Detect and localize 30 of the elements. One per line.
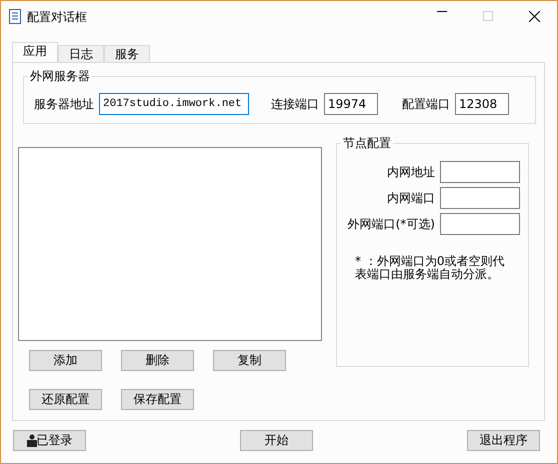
- field-label: 外网端口(*可选): [348, 216, 435, 233]
- tab[interactable]: 日志: [58, 45, 104, 62]
- field-label: 服务器地址: [34, 96, 94, 113]
- user-icon: [26, 434, 36, 447]
- input-field[interactable]: [440, 187, 520, 209]
- group-title: 节点配置: [341, 135, 393, 151]
- field-label: 配置端口: [402, 96, 450, 113]
- field-label: 内网端口: [387, 190, 435, 207]
- button[interactable]: 保存配置: [121, 389, 194, 410]
- button[interactable]: 删除: [121, 350, 194, 371]
- window-title: 配置对话框: [27, 8, 87, 26]
- tab[interactable]: 服务: [104, 45, 150, 62]
- field-label: 内网地址: [387, 164, 435, 181]
- button[interactable]: 还原配置: [29, 389, 102, 410]
- input-field[interactable]: 12308: [455, 93, 509, 115]
- input-field[interactable]: 2017studio.imwork.net: [99, 93, 249, 115]
- button[interactable]: 复制: [213, 350, 286, 371]
- tab[interactable]: 应用: [12, 42, 58, 62]
- note-text: * ：外网端口为0或者空则代表端口由服务端自动分派。: [355, 255, 506, 281]
- input-field[interactable]: [440, 213, 520, 235]
- button[interactable]: 添加: [29, 350, 102, 371]
- input-field[interactable]: [440, 161, 520, 183]
- button[interactable]: 开始: [240, 430, 313, 451]
- field-label: 连接端口: [271, 96, 319, 113]
- button[interactable]: 退出程序: [467, 430, 540, 451]
- document-icon: [9, 9, 21, 24]
- close-icon[interactable]: [528, 11, 540, 22]
- input-field[interactable]: 19974: [324, 93, 378, 115]
- button[interactable]: 已登录: [13, 430, 86, 451]
- group-title: 外网服务器: [28, 68, 92, 84]
